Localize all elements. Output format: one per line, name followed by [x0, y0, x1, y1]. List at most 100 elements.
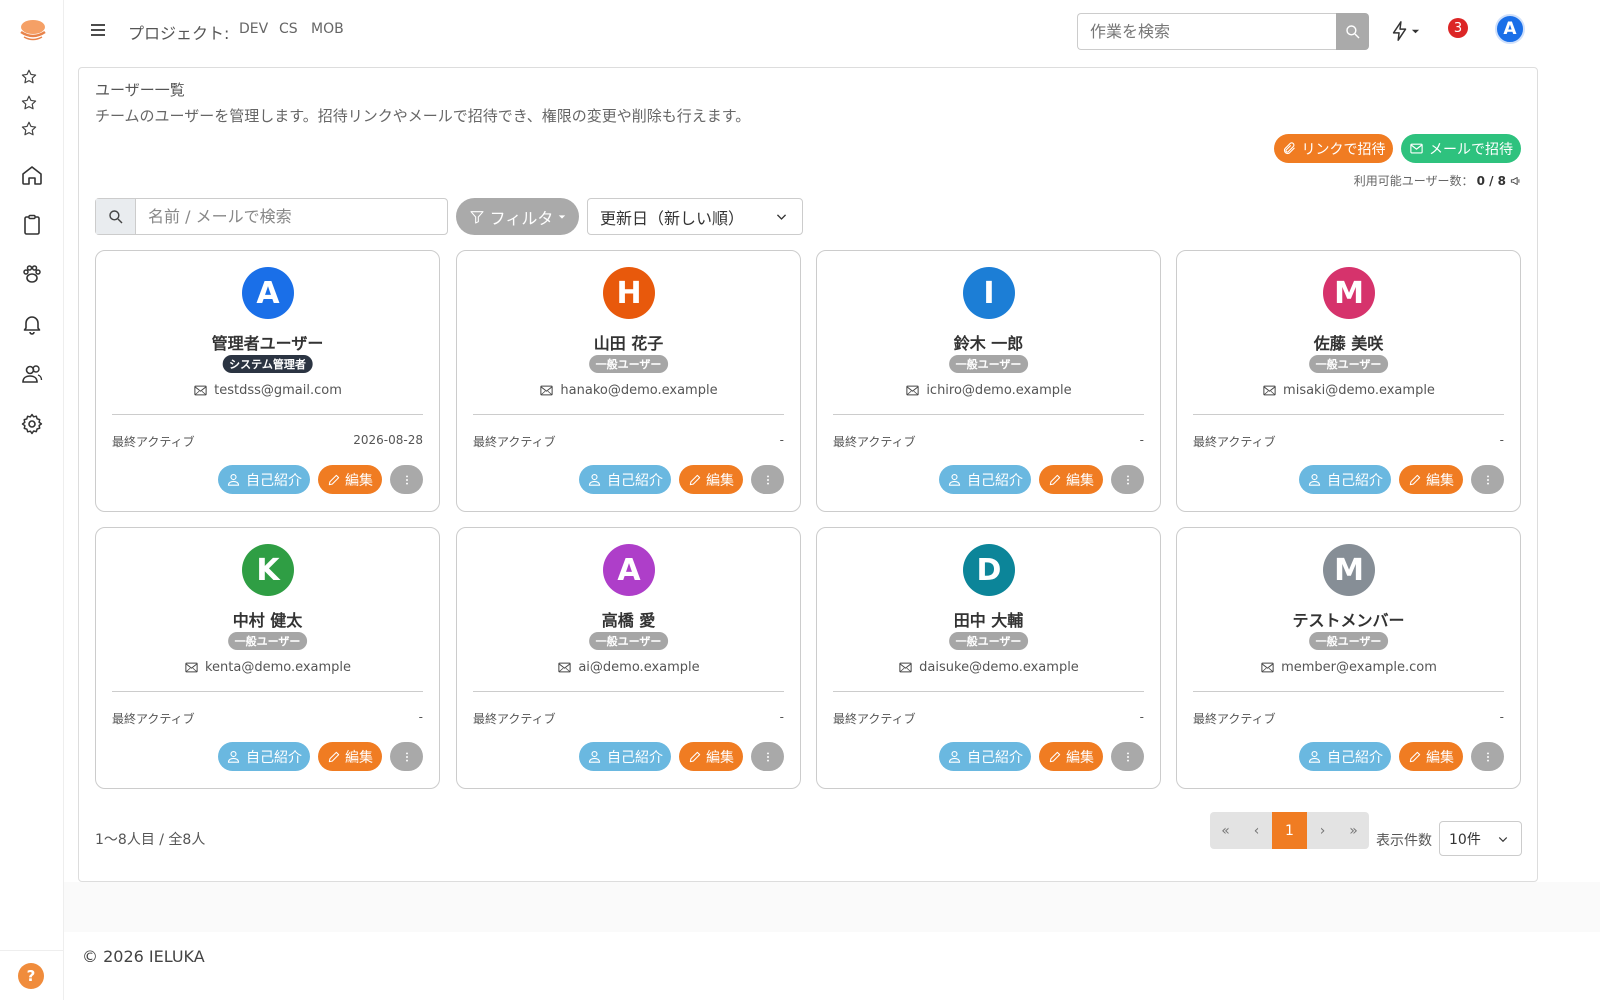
per-page-select[interactable]: 10件	[1439, 821, 1522, 856]
edit-user-button[interactable]: 編集	[679, 742, 743, 771]
invite-by-mail-button[interactable]: メールで招待	[1401, 134, 1521, 163]
project-link-dev[interactable]: DEV	[239, 21, 268, 37]
paw-icon[interactable]	[20, 262, 44, 286]
project-link-cs[interactable]: CS	[279, 21, 298, 37]
last-active-label: 最終アクティブ	[473, 435, 556, 449]
last-active-label: 最終アクティブ	[833, 435, 916, 449]
user-card-name: 鈴木 一郎	[953, 334, 1024, 353]
page-next-button[interactable]: ›	[1307, 812, 1338, 849]
edit-user-button[interactable]: 編集	[318, 742, 382, 771]
edit-user-button[interactable]: 編集	[679, 465, 743, 494]
edit-user-button[interactable]: 編集	[1039, 742, 1103, 771]
page-last-button[interactable]: »	[1338, 812, 1369, 849]
user-card: I 鈴木 一郎 一般ユーザー ichiro@demo.example 最終アクティブ - 自…	[816, 250, 1161, 512]
more-options-button[interactable]	[1111, 465, 1144, 494]
sidebar: ?	[0, 0, 64, 1000]
edit-user-button[interactable]: 編集	[1399, 742, 1463, 771]
self-intro-label: 自己紹介	[967, 749, 1023, 766]
user-card: A 高橋 愛一般ユーザー ai@demo.example 最終アクティブ - 自己紹介 編集	[456, 527, 801, 789]
self-intro-button[interactable]: 自己紹介	[579, 742, 671, 771]
more-options-button[interactable]	[390, 742, 423, 771]
more-options-button[interactable]	[1111, 742, 1144, 771]
copyright: © 2026 IELUKA	[82, 947, 205, 966]
chevron-down-icon	[776, 214, 787, 220]
invite-by-link-button[interactable]: リンクで招待	[1274, 134, 1393, 163]
caret-down-icon	[559, 214, 566, 219]
self-intro-button[interactable]: 自己紹介	[939, 465, 1031, 494]
page-current-button[interactable]: 1	[1272, 812, 1307, 849]
user-card-avatar[interactable]: K	[242, 544, 294, 596]
user-card-avatar[interactable]: I	[963, 267, 1015, 319]
available-users-value: 0 / 8	[1476, 173, 1506, 188]
user-avatar[interactable]: A	[1495, 14, 1525, 44]
page-prev-button[interactable]: ‹	[1241, 812, 1272, 849]
user-card-role-badge: 一般ユーザー	[948, 355, 1029, 373]
edit-user-button[interactable]: 編集	[1039, 465, 1103, 494]
edit-user-button[interactable]: 編集	[318, 465, 382, 494]
more-options-button[interactable]	[1471, 465, 1504, 494]
invite-by-mail-label: メールで招待	[1429, 141, 1513, 158]
sort-value: 更新日（新しい順）	[600, 208, 745, 228]
hamburger-icon[interactable]	[88, 20, 108, 40]
user-card-name: 佐藤 美咲	[1313, 334, 1384, 353]
more-options-button[interactable]	[1471, 742, 1504, 771]
person-icon	[947, 472, 962, 487]
home-icon[interactable]	[20, 163, 44, 187]
last-active-label: 最終アクティブ	[1193, 435, 1276, 449]
task-search-button[interactable]	[1336, 13, 1369, 50]
more-options-button[interactable]	[390, 465, 423, 494]
app-logo[interactable]	[18, 18, 48, 44]
self-intro-button[interactable]: 自己紹介	[218, 465, 310, 494]
users-icon[interactable]	[20, 362, 44, 386]
edit-label: 編集	[1066, 472, 1094, 489]
favorite-star-icon[interactable]	[20, 120, 38, 138]
task-search-input[interactable]	[1077, 13, 1337, 50]
user-card-avatar[interactable]: A	[603, 544, 655, 596]
self-intro-button[interactable]: 自己紹介	[939, 742, 1031, 771]
pencil-icon	[327, 750, 341, 764]
favorite-star-icon[interactable]	[20, 68, 38, 86]
edit-user-button[interactable]: 編集	[1399, 465, 1463, 494]
sort-select[interactable]: 更新日（新しい順）	[587, 198, 803, 235]
user-card-avatar[interactable]: D	[963, 544, 1015, 596]
envelope-icon	[905, 383, 920, 398]
user-card-name: 管理者ユーザー	[211, 334, 324, 353]
edit-label: 編集	[1426, 749, 1454, 766]
more-options-button[interactable]	[751, 742, 784, 771]
user-card-avatar[interactable]: M	[1323, 267, 1375, 319]
last-active-value: 2026-08-28	[353, 433, 423, 447]
notification-badge[interactable]: 3	[1448, 18, 1468, 38]
user-card-role-badge: 一般ユーザー	[948, 632, 1029, 650]
self-intro-button[interactable]: 自己紹介	[579, 465, 671, 494]
user-card-role-badge: システム管理者	[222, 355, 313, 373]
filter-button[interactable]: フィルタ	[456, 198, 579, 235]
bell-icon[interactable]	[20, 312, 44, 336]
edit-label: 編集	[706, 749, 734, 766]
favorite-star-icon[interactable]	[20, 94, 38, 112]
kebab-menu-icon	[404, 473, 410, 487]
edit-label: 編集	[1426, 472, 1454, 489]
user-card-name: 山田 花子	[593, 334, 664, 353]
project-link-mob[interactable]: MOB	[311, 21, 344, 37]
search-icon	[1345, 24, 1360, 39]
kebab-menu-icon	[1125, 750, 1131, 764]
quick-action-dropdown[interactable]	[1389, 18, 1421, 44]
kebab-menu-icon	[404, 750, 410, 764]
user-card-email-text: ai@demo.example	[578, 660, 700, 675]
user-card-avatar[interactable]: M	[1323, 544, 1375, 596]
user-card-email: member@example.com	[1177, 660, 1520, 675]
user-search-input[interactable]	[136, 199, 447, 234]
gear-icon[interactable]	[20, 412, 44, 436]
user-card-avatar[interactable]: H	[603, 267, 655, 319]
page-first-button[interactable]: «	[1210, 812, 1241, 849]
clipboard-icon[interactable]	[20, 213, 44, 237]
user-card-name: 高橋 愛	[601, 611, 656, 630]
self-intro-button[interactable]: 自己紹介	[1299, 742, 1391, 771]
user-card-avatar[interactable]: A	[242, 267, 294, 319]
help-button[interactable]: ?	[18, 963, 44, 989]
pencil-icon	[1048, 473, 1062, 487]
self-intro-label: 自己紹介	[246, 749, 302, 766]
more-options-button[interactable]	[751, 465, 784, 494]
self-intro-button[interactable]: 自己紹介	[218, 742, 310, 771]
self-intro-button[interactable]: 自己紹介	[1299, 465, 1391, 494]
